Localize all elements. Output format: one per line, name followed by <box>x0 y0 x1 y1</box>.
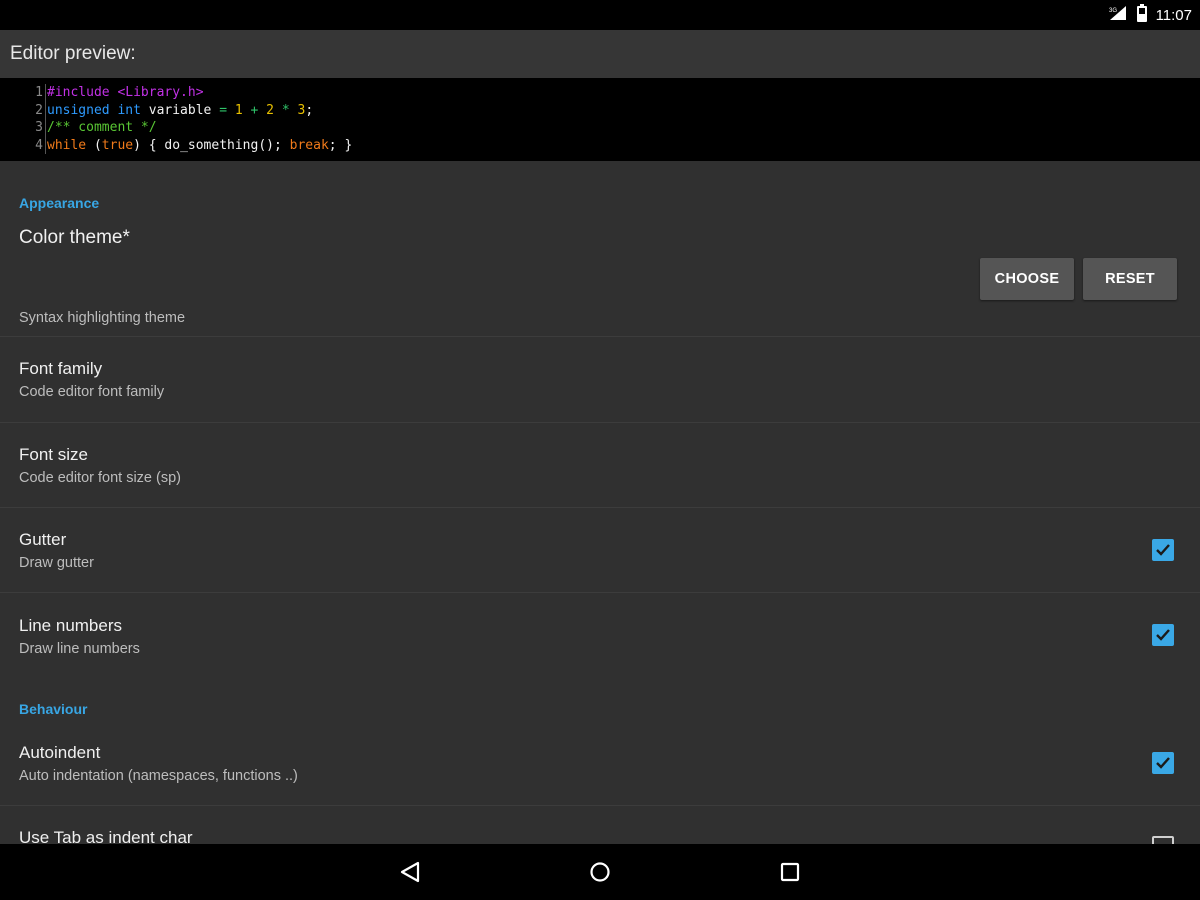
category-behaviour: Behaviour <box>19 701 88 717</box>
code-token: ; <box>305 102 314 118</box>
pref-summary: Syntax highlighting theme <box>19 310 186 326</box>
recents-icon[interactable] <box>777 859 803 885</box>
pref-summary: Code editor font family <box>19 384 165 400</box>
pref-use-tab[interactable]: Use Tab as indent char <box>0 806 1200 844</box>
reset-button[interactable]: RESET <box>1083 258 1177 300</box>
check-icon <box>1156 544 1170 556</box>
code-token: = <box>219 102 228 118</box>
code-token: variable <box>140 102 220 118</box>
pref-summary: Auto indentation (namespaces, functions … <box>19 768 298 784</box>
pref-font-size[interactable]: Font size Code editor font size (sp) <box>0 423 1200 508</box>
signal-icon: 3G <box>1108 5 1128 25</box>
code-text: #include <Library.h> <box>46 84 204 102</box>
code-line: 2 unsigned int variable = 1 + 2 * 3; <box>0 101 1200 120</box>
page-title: Editor preview: <box>10 43 136 64</box>
code-token: while <box>47 137 87 153</box>
code-text: unsigned int variable = 1 + 2 * 3; <box>46 102 313 120</box>
code-token: 1 <box>234 102 243 118</box>
code-editor-preview[interactable]: 1 #include <Library.h> 2 unsigned int varia… <box>0 78 1200 161</box>
code-token: unsigned int <box>47 102 141 118</box>
settings-list[interactable]: Appearance Color theme* CHOOSE RESET Syn… <box>0 161 1200 844</box>
code-line: 3/** comment */ <box>0 119 1200 137</box>
navigation-bar <box>0 844 1200 900</box>
use-tab-checkbox[interactable] <box>1152 836 1174 844</box>
code-token: ( <box>86 137 102 153</box>
pref-title: Color theme* <box>19 227 130 248</box>
battery-icon <box>1136 4 1148 26</box>
svg-text:3G: 3G <box>1109 8 1117 14</box>
pref-summary: Draw line numbers <box>19 641 140 657</box>
code-token: break <box>289 137 329 153</box>
pref-line-numbers[interactable]: Line numbers Draw line numbers <box>0 593 1200 678</box>
pref-title: Line numbers <box>19 616 123 635</box>
line-number: 1 <box>0 84 46 102</box>
status-icons: 3G 11:07 <box>1108 4 1192 26</box>
check-icon <box>1156 629 1170 641</box>
pref-title: Gutter <box>19 530 67 549</box>
title-bar: Editor preview: <box>0 30 1200 78</box>
code-token: true <box>101 137 134 153</box>
pref-summary: Code editor font size (sp) <box>19 470 181 486</box>
status-time: 11:07 <box>1155 6 1192 24</box>
pref-color-theme[interactable]: Color theme* CHOOSE RESET Syntax highlig… <box>0 216 1200 336</box>
pref-autoindent[interactable]: Autoindent Auto indentation (namespaces,… <box>0 721 1200 806</box>
code-line: 4 while (true) { do_something(); break; } <box>0 136 1200 155</box>
line-number: 3 <box>0 119 46 137</box>
check-icon <box>1156 757 1170 769</box>
pref-title: Font size <box>19 445 88 464</box>
choose-button[interactable]: CHOOSE <box>980 258 1074 300</box>
code-token: ) { do_something(); <box>133 137 290 153</box>
pref-gutter[interactable]: Gutter Draw gutter <box>0 508 1200 593</box>
code-token: 2 <box>266 102 274 118</box>
home-icon[interactable] <box>587 859 613 885</box>
line-number: 2 <box>0 101 46 119</box>
pref-title: Autoindent <box>19 743 101 762</box>
pref-summary: Draw gutter <box>19 555 94 571</box>
code-text: /** comment */ <box>46 119 157 137</box>
back-icon[interactable] <box>397 859 423 885</box>
code-text: while (true) { do_something(); break; } <box>46 137 352 155</box>
category-appearance: Appearance <box>19 195 100 211</box>
pref-title: Use Tab as indent char <box>19 828 193 844</box>
pref-font-family[interactable]: Font family Code editor font family <box>0 337 1200 422</box>
code-line: 1 #include <Library.h> <box>0 84 1200 102</box>
line-number: 4 <box>0 136 46 154</box>
line-numbers-checkbox[interactable] <box>1152 624 1174 646</box>
autoindent-checkbox[interactable] <box>1152 752 1174 774</box>
code-token: #include <Library.h> <box>47 85 204 100</box>
gutter-checkbox[interactable] <box>1152 539 1174 561</box>
code-token: /** comment */ <box>47 120 157 135</box>
pref-title: Font family <box>19 359 103 378</box>
status-bar: 3G 11:07 <box>0 0 1200 30</box>
code-token: * <box>281 102 290 118</box>
code-token: ; } <box>328 137 353 153</box>
